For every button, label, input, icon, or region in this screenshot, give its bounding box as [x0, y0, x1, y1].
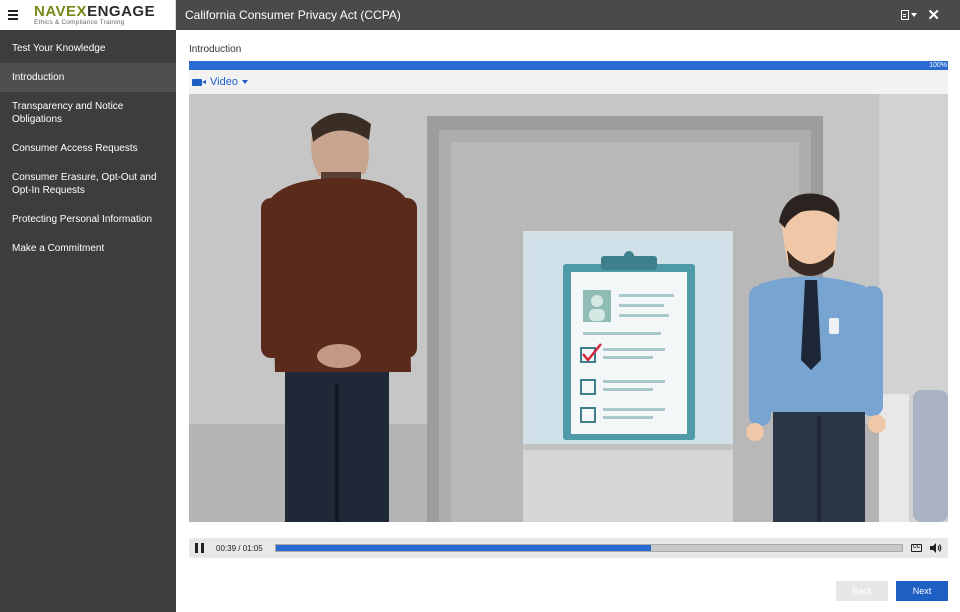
- video-player[interactable]: [189, 94, 948, 522]
- top-bar: California Consumer Privacy Act (CCPA) ✕: [176, 0, 960, 30]
- caret-down-icon: [911, 13, 918, 17]
- back-button[interactable]: Back: [836, 581, 888, 601]
- sidebar-item-transparency[interactable]: Transparency and Notice Obligations: [0, 92, 176, 134]
- progress-label: 100%: [929, 62, 947, 69]
- volume-icon[interactable]: [930, 543, 942, 553]
- sidebar-item-make-commitment[interactable]: Make a Commitment: [0, 234, 176, 263]
- app-window: NAVEXENGAGE Ethics & Compliance Training…: [0, 0, 960, 612]
- closed-captions-icon[interactable]: CC: [911, 544, 922, 552]
- progress-fill: [189, 61, 948, 70]
- sidebar-nav: Test Your Knowledge Introduction Transpa…: [0, 30, 176, 263]
- sidebar-item-access-requests[interactable]: Consumer Access Requests: [0, 134, 176, 163]
- sidebar-item-introduction[interactable]: Introduction: [0, 63, 176, 92]
- player-controls: 00:39 / 01:05 CC: [189, 538, 948, 558]
- next-button[interactable]: Next: [896, 581, 948, 601]
- video-frame-illustration: [189, 94, 948, 522]
- lesson-progress-bar: 100%: [189, 61, 948, 70]
- sidebar-item-test-your-knowledge[interactable]: Test Your Knowledge: [0, 30, 176, 63]
- document-menu-button[interactable]: [901, 10, 918, 20]
- seek-bar-played: [275, 545, 652, 551]
- sidebar: NAVEXENGAGE Ethics & Compliance Training…: [0, 0, 176, 612]
- main-content: Introduction 100% Video 00:39 / 01:05 CC…: [176, 30, 960, 612]
- pause-icon[interactable]: [195, 543, 206, 553]
- logo-subtitle: Ethics & Compliance Training: [34, 18, 125, 26]
- sidebar-item-erasure-opt-requests[interactable]: Consumer Erasure, Opt-Out and Opt-In Req…: [0, 163, 176, 205]
- chevron-down-icon: [241, 80, 248, 84]
- document-icon: [901, 10, 910, 20]
- sidebar-item-protecting-info[interactable]: Protecting Personal Information: [0, 205, 176, 234]
- close-icon[interactable]: ✕: [927, 8, 940, 23]
- video-tab-label: Video: [210, 76, 238, 88]
- video-tab[interactable]: Video: [192, 76, 248, 88]
- logo-brand-b: ENGAGE: [87, 2, 156, 20]
- navex-engage-logo: NAVEXENGAGE Ethics & Compliance Training: [34, 4, 155, 27]
- seek-bar[interactable]: [274, 544, 903, 552]
- section-title: Introduction: [189, 44, 242, 55]
- sidebar-header: NAVEXENGAGE Ethics & Compliance Training: [0, 0, 176, 30]
- hamburger-icon[interactable]: [8, 0, 22, 30]
- playback-time: 00:39 / 01:05: [216, 543, 263, 553]
- media-tab-bar: Video: [189, 70, 948, 94]
- camera-icon: [192, 78, 206, 86]
- logo-brand-a: NAVEX: [34, 2, 88, 20]
- course-title: California Consumer Privacy Act (CCPA): [185, 8, 401, 22]
